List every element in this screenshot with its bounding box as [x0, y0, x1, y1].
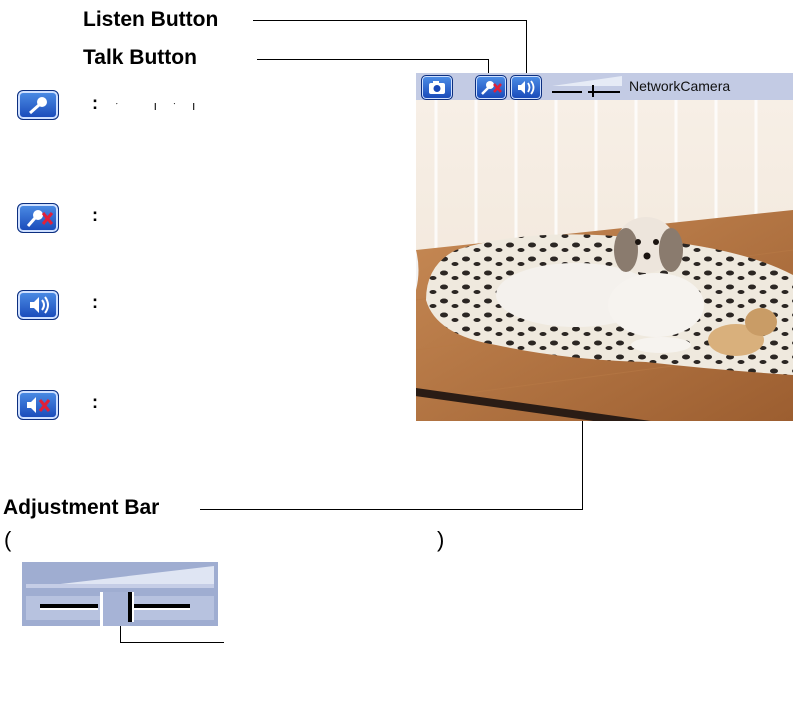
- listen-button[interactable]: [510, 75, 542, 100]
- listen-leader-v: [526, 20, 527, 74]
- paren-close: ): [437, 527, 445, 552]
- talk-button[interactable]: [475, 75, 507, 100]
- listen-off-icon: [17, 390, 59, 420]
- colon: :: [92, 292, 98, 312]
- camera-view: NetworkCamera: [416, 73, 793, 421]
- listen-on-icon: [17, 290, 59, 320]
- camera-title: NetworkCamera: [629, 78, 731, 94]
- camera-icon[interactable]: [421, 75, 453, 100]
- camera-image: [416, 100, 793, 421]
- listen-leader-h: [253, 20, 527, 21]
- colon: :: [92, 392, 98, 412]
- paren-open: (: [4, 527, 12, 552]
- talk-on-icon: [17, 90, 59, 120]
- description-redacted: ˑ ı ˑ ı: [115, 98, 202, 113]
- colon: :: [92, 205, 98, 225]
- talk-leader-v: [488, 59, 489, 74]
- talk-off-icon: [17, 203, 59, 233]
- adjustment-bar-callout: Adjustment Bar: [3, 496, 160, 519]
- volume-adjustment-bar[interactable]: [548, 74, 626, 99]
- listen-button-callout: Listen Button: [83, 8, 219, 31]
- slider-leader-h: [120, 642, 224, 643]
- camera-toolbar: NetworkCamera: [416, 73, 793, 100]
- talk-button-callout: Talk Button: [83, 46, 197, 69]
- adjust-leader-h: [200, 509, 583, 510]
- adjustment-bar-enlarged: [22, 562, 218, 626]
- slider-leader-v: [120, 626, 121, 642]
- talk-leader-h: [257, 59, 489, 60]
- colon: :: [92, 93, 98, 113]
